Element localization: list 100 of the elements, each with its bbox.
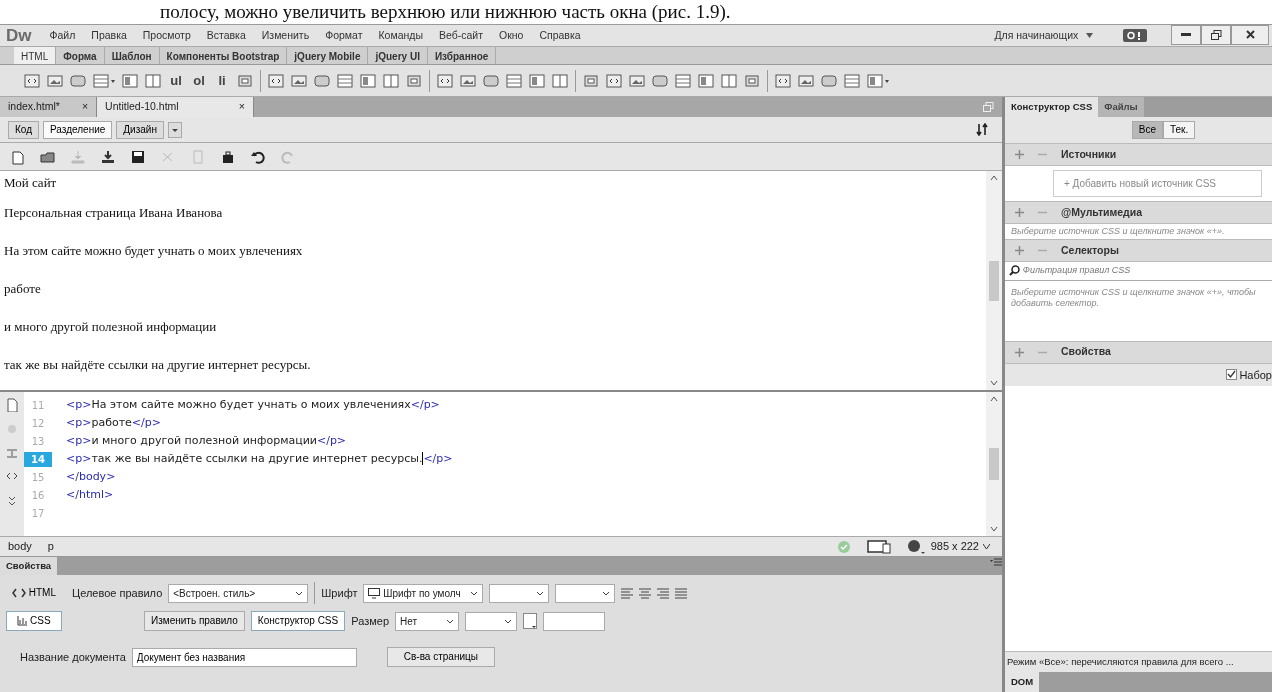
toolbar-button[interactable]: ol bbox=[191, 70, 207, 91]
toolbar-icon[interactable] bbox=[483, 72, 499, 89]
toolbar-icon[interactable] bbox=[314, 72, 330, 89]
plus-icon[interactable] bbox=[1015, 150, 1024, 159]
scrollbar-thumb[interactable] bbox=[989, 448, 999, 480]
scrollbar-thumb[interactable] bbox=[989, 260, 999, 301]
close-button[interactable] bbox=[1231, 24, 1270, 45]
select-field[interactable] bbox=[489, 583, 550, 603]
filter-button[interactable]: Все bbox=[1131, 121, 1163, 139]
html-button[interactable]: HTML bbox=[6, 583, 66, 603]
tag-selector-item[interactable]: body bbox=[8, 538, 32, 555]
select-field[interactable] bbox=[465, 611, 517, 631]
insert-tab[interactable]: jQuery Mobile bbox=[287, 47, 369, 64]
menu-item[interactable]: Вставка bbox=[198, 27, 254, 44]
dropdown-icon[interactable] bbox=[167, 121, 182, 138]
toolbar-button[interactable]: ul bbox=[168, 70, 184, 91]
dropdown-icon[interactable] bbox=[93, 72, 115, 89]
scrollbar[interactable] bbox=[986, 171, 1002, 390]
toolbar-icon[interactable] bbox=[798, 72, 814, 89]
insert-tab[interactable]: Форма bbox=[56, 47, 105, 64]
document-tab[interactable]: Untitled-10.html × bbox=[97, 97, 254, 117]
toolbar-icon[interactable] bbox=[629, 72, 645, 89]
align-center-icon[interactable] bbox=[639, 587, 652, 599]
add-source-button[interactable]: + Добавить новый источник CSS bbox=[1053, 170, 1262, 197]
insert-tab[interactable]: Избранное bbox=[427, 47, 497, 64]
insert-tab[interactable]: Компоненты Bootstrap bbox=[159, 47, 288, 64]
toolbar-icon[interactable] bbox=[775, 72, 791, 89]
menu-item[interactable]: Правка bbox=[83, 27, 135, 44]
css-designer-button[interactable]: Конструктор CSS bbox=[250, 611, 346, 631]
panel-menu-icon[interactable] bbox=[990, 557, 1002, 567]
menu-item[interactable]: Команды bbox=[370, 27, 431, 44]
scroll-up-icon[interactable] bbox=[990, 175, 998, 181]
devices-icon[interactable] bbox=[866, 539, 891, 554]
color-swatch[interactable] bbox=[523, 613, 537, 629]
toolbar-icon[interactable] bbox=[821, 72, 837, 89]
edit-rule-button[interactable]: Изменить правило bbox=[144, 611, 245, 631]
align-left-icon[interactable] bbox=[621, 587, 634, 599]
sort-icon[interactable] bbox=[976, 123, 990, 136]
caret-icon[interactable] bbox=[983, 544, 990, 549]
dot-icon[interactable] bbox=[5, 422, 19, 436]
insert-tab[interactable]: HTML bbox=[14, 47, 57, 64]
plus-icon[interactable] bbox=[1015, 246, 1024, 255]
toolbar-button[interactable]: li bbox=[214, 70, 230, 91]
toolbar-icon[interactable] bbox=[24, 72, 40, 89]
panel-tab[interactable]: DOM bbox=[1005, 672, 1040, 692]
view-button[interactable]: Дизайн bbox=[116, 120, 164, 139]
plus-icon[interactable] bbox=[1015, 347, 1024, 357]
menu-item[interactable]: Файл bbox=[41, 27, 84, 44]
scroll-up-icon[interactable] bbox=[990, 396, 998, 402]
page-properties-button[interactable]: Св-ва страницы bbox=[386, 647, 495, 667]
select-field[interactable]: Шрифт по умолч bbox=[363, 583, 484, 603]
search-icon[interactable] bbox=[1009, 265, 1020, 277]
align-right-icon[interactable] bbox=[657, 587, 670, 599]
check-icon[interactable] bbox=[836, 539, 851, 554]
save-icon[interactable] bbox=[130, 148, 146, 165]
insert-tab[interactable]: jQuery UI bbox=[368, 47, 428, 64]
toolbar-icon[interactable] bbox=[437, 72, 453, 89]
panel-tab[interactable]: Файлы bbox=[1098, 97, 1144, 117]
plus-icon[interactable] bbox=[1015, 208, 1024, 217]
panel-tab[interactable]: Свойства bbox=[0, 557, 58, 575]
checkbox[interactable] bbox=[1225, 369, 1237, 381]
toolbar-icon[interactable] bbox=[291, 72, 307, 89]
download-icon[interactable] bbox=[100, 148, 116, 165]
minimize-button[interactable] bbox=[1171, 24, 1202, 45]
toolbar-icon[interactable] bbox=[70, 72, 86, 89]
menu-item[interactable]: Веб-сайт bbox=[430, 27, 491, 44]
restore-icon[interactable] bbox=[983, 102, 994, 112]
menu-item[interactable]: Справка bbox=[531, 27, 589, 44]
select-field[interactable]: <Встроен. стиль> bbox=[168, 583, 309, 603]
close-button[interactable]: × bbox=[238, 99, 245, 115]
scroll-down-icon[interactable] bbox=[990, 380, 998, 386]
new-document-icon[interactable] bbox=[10, 148, 26, 165]
toolbar-icon[interactable] bbox=[460, 72, 476, 89]
justify-icon[interactable] bbox=[675, 587, 688, 599]
workspace-dropdown[interactable]: Для начинающих bbox=[986, 27, 1087, 44]
select-field[interactable] bbox=[555, 583, 616, 603]
css-button[interactable]: CSS bbox=[6, 611, 62, 631]
window-size[interactable]: 985 x 222 bbox=[930, 538, 979, 555]
view-button[interactable]: Разделение bbox=[43, 120, 113, 139]
select-field[interactable]: Нет bbox=[395, 611, 459, 631]
close-button[interactable]: × bbox=[81, 99, 89, 115]
insert-tab[interactable]: Шаблон bbox=[104, 47, 160, 64]
dropdown-icon[interactable] bbox=[867, 72, 889, 89]
scrollbar[interactable] bbox=[986, 392, 1002, 536]
panel-tab[interactable]: Конструктор CSS bbox=[1005, 97, 1099, 117]
menu-item[interactable]: Просмотр bbox=[134, 27, 199, 44]
menu-item[interactable]: Изменить bbox=[253, 27, 318, 44]
scroll-down-icon[interactable] bbox=[990, 526, 998, 532]
menu-item[interactable]: Формат bbox=[317, 27, 371, 44]
caret-icon[interactable] bbox=[1086, 33, 1094, 38]
document-tab[interactable]: index.html* × bbox=[0, 97, 98, 117]
restore-button[interactable] bbox=[1201, 24, 1232, 45]
toolbar-icon[interactable] bbox=[606, 72, 622, 89]
view-button[interactable]: Код bbox=[8, 120, 39, 139]
menu-item[interactable]: Окно bbox=[490, 27, 532, 44]
document-icon[interactable] bbox=[5, 398, 19, 412]
toolbar-icon[interactable] bbox=[652, 72, 668, 89]
tag-selector-item[interactable]: p bbox=[47, 538, 54, 555]
filter-button[interactable]: Тек. bbox=[1163, 121, 1196, 139]
toolbar-icon[interactable] bbox=[268, 72, 284, 89]
